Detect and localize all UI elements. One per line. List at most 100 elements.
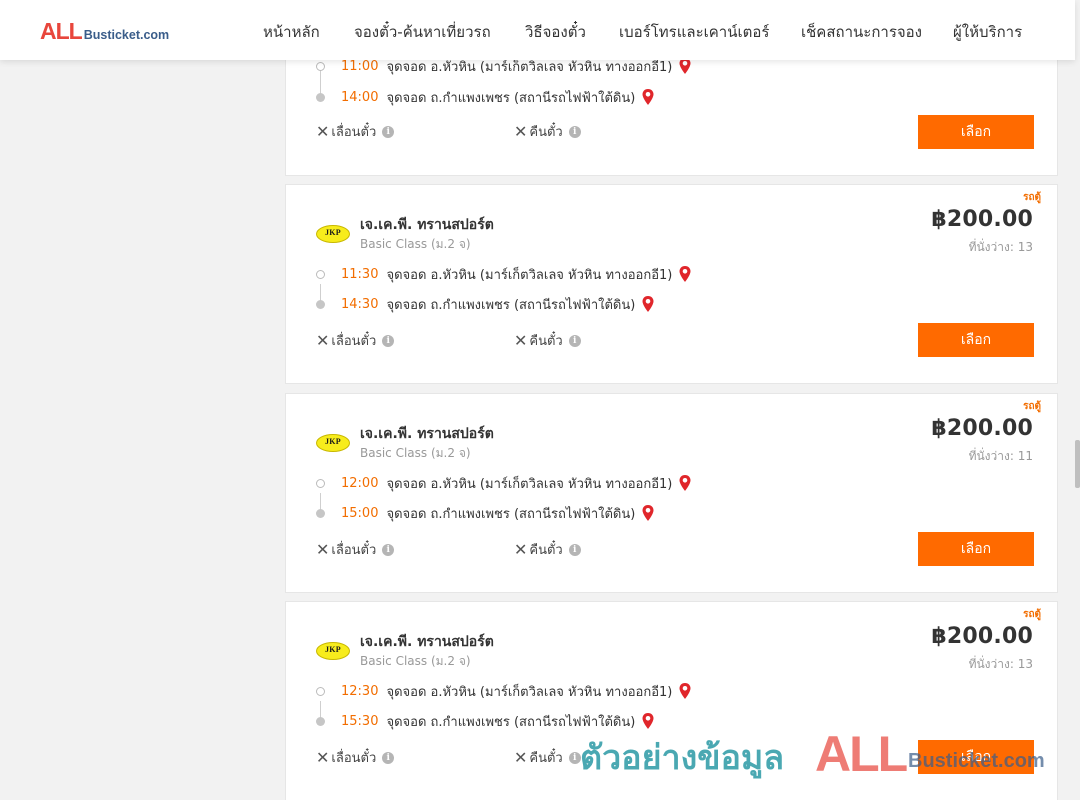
- arrival-place: จุดจอด ถ.กำแพงเพชร (สถานีรถไฟฟ้าใต้ดิน): [386, 506, 636, 522]
- departure-place: จุดจอด อ.หัวหิน (มาร์เก็ตวิลเลจ หัวหิน ท…: [386, 684, 673, 700]
- arrival-place: จุดจอด ถ.กำแพงเพชร (สถานีรถไฟฟ้าใต้ดิน): [386, 297, 636, 313]
- bus-type-badge: รถตู้: [1023, 609, 1041, 620]
- arrival-place: จุดจอด ถ.กำแพงเพชร (สถานีรถไฟฟ้าใต้ดิน): [386, 714, 636, 730]
- arrival-place: จุดจอด ถ.กำแพงเพชร (สถานีรถไฟฟ้าใต้ดิน): [386, 90, 636, 106]
- select-button[interactable]: เลือก: [918, 115, 1034, 149]
- select-button[interactable]: เลือก: [918, 532, 1034, 566]
- ticket-price: ฿200.00: [931, 624, 1033, 649]
- ticket-price: ฿200.00: [931, 416, 1033, 441]
- close-icon: ✕: [316, 330, 330, 350]
- departure-stop: 12:30 จุดจอด อ.หัวหิน (มาร์เก็ตวิลเลจ หั…: [316, 681, 692, 701]
- map-pin-icon[interactable]: [641, 504, 655, 522]
- nav-home[interactable]: หน้าหลัก: [263, 20, 320, 44]
- departure-time: 12:30: [341, 683, 379, 699]
- departure-time: 11:30: [341, 266, 379, 282]
- company-name: เจ.เค.พี. ทรานสปอร์ต: [360, 634, 494, 650]
- postpone-label: เลื่อนตั๋ว: [331, 334, 377, 349]
- arrival-time: 15:30: [341, 713, 379, 729]
- company-logo: JKP: [316, 434, 350, 452]
- info-icon[interactable]: i: [568, 125, 581, 138]
- bus-type-badge: รถตู้: [1023, 192, 1041, 203]
- bus-type-badge: รถตู้: [1023, 401, 1041, 412]
- arrival-stop: 14:30 จุดจอด ถ.กำแพงเพชร (สถานีรถไฟฟ้าใต…: [316, 294, 655, 314]
- trip-card: รถตู้ JKP เจ.เค.พี. ทรานสปอร์ต Basic Cla…: [285, 184, 1058, 384]
- close-icon: ✕: [514, 747, 528, 767]
- ticket-price: ฿200.00: [931, 207, 1033, 232]
- arrival-dot: [316, 716, 325, 726]
- departure-dot: [316, 686, 325, 696]
- departure-time: 12:00: [341, 475, 379, 491]
- bus-class: Basic Class (ม.2 จ): [360, 654, 471, 668]
- arrival-time: 14:00: [341, 89, 379, 105]
- map-pin-icon[interactable]: [678, 265, 692, 283]
- postpone-option[interactable]: ✕ เลื่อนตั๋ว i: [316, 747, 395, 768]
- departure-stop: 11:30 จุดจอด อ.หัวหิน (มาร์เก็ตวิลเลจ หั…: [316, 264, 692, 284]
- watermark-text: ตัวอย่างข้อมูล: [580, 738, 785, 778]
- departure-time: 11:00: [341, 58, 379, 74]
- info-icon[interactable]: i: [382, 334, 395, 347]
- refund-option[interactable]: ✕ คืนตั๋ว i: [514, 539, 581, 560]
- refund-option[interactable]: ✕ คืนตั๋ว i: [514, 747, 581, 768]
- refund-label: คืนตั๋ว: [529, 334, 563, 349]
- nav-how-to-book[interactable]: วิธีจองตั๋ว: [525, 20, 586, 44]
- company-logo-text: JKP: [324, 228, 341, 237]
- postpone-option[interactable]: ✕ เลื่อนตั๋ว i: [316, 539, 395, 560]
- info-icon[interactable]: i: [382, 543, 395, 556]
- refund-option[interactable]: ✕ คืนตั๋ว i: [514, 121, 581, 142]
- departure-place: จุดจอด อ.หัวหิน (มาร์เก็ตวิลเลจ หัวหิน ท…: [386, 476, 673, 492]
- info-icon[interactable]: i: [382, 125, 395, 138]
- postpone-label: เลื่อนตั๋ว: [331, 543, 377, 558]
- watermark-logo-all: ALL: [815, 726, 908, 782]
- info-icon[interactable]: i: [568, 334, 581, 347]
- postpone-option[interactable]: ✕ เลื่อนตั๋ว i: [316, 121, 395, 142]
- scrollbar-thumb[interactable]: [1075, 440, 1080, 488]
- departure-dot: [316, 269, 325, 279]
- nav-book-search[interactable]: จองตั๋ว-ค้นหาเที่ยวรถ: [354, 20, 491, 44]
- company-name: เจ.เค.พี. ทรานสปอร์ต: [360, 217, 494, 233]
- close-icon: ✕: [514, 330, 528, 350]
- map-pin-icon[interactable]: [641, 712, 655, 730]
- close-icon: ✕: [316, 539, 330, 559]
- bus-class: Basic Class (ม.2 จ): [360, 237, 471, 251]
- scrollbar-track[interactable]: [1075, 0, 1080, 800]
- nav-phone-counter[interactable]: เบอร์โทรและเคาน์เตอร์: [619, 20, 769, 44]
- postpone-label: เลื่อนตั๋ว: [331, 125, 377, 140]
- close-icon: ✕: [316, 747, 330, 767]
- departure-stop: 12:00 จุดจอด อ.หัวหิน (มาร์เก็ตวิลเลจ หั…: [316, 473, 692, 493]
- company-logo: JKP: [316, 642, 350, 660]
- nav-check-status[interactable]: เช็คสถานะการจอง: [801, 20, 922, 44]
- watermark-logo-rest: Busticket.com: [908, 750, 1045, 772]
- site-logo[interactable]: ALL Busticket.com: [40, 18, 169, 44]
- map-pin-icon[interactable]: [641, 295, 655, 313]
- arrival-stop: 15:00 จุดจอด ถ.กำแพงเพชร (สถานีรถไฟฟ้าใต…: [316, 503, 655, 523]
- refund-label: คืนตั๋ว: [529, 125, 563, 140]
- arrival-dot: [316, 299, 325, 309]
- departure-dot: [316, 478, 325, 488]
- arrival-stop: 14:00 จุดจอด ถ.กำแพงเพชร (สถานีรถไฟฟ้าใต…: [316, 87, 655, 107]
- company-logo: JKP: [316, 225, 350, 243]
- seats-available: ที่นั่งว่าง: 13: [968, 657, 1033, 671]
- map-pin-icon[interactable]: [678, 474, 692, 492]
- trip-card-partial: 11:00 จุดจอด อ.หัวหิน (มาร์เก็ตวิลเลจ หั…: [285, 48, 1058, 176]
- trip-card: รถตู้ JKP เจ.เค.พี. ทรานสปอร์ต Basic Cla…: [285, 393, 1058, 593]
- logo-all-text: ALL: [40, 18, 83, 44]
- seats-available: ที่นั่งว่าง: 13: [968, 240, 1033, 254]
- arrival-time: 15:00: [341, 505, 379, 521]
- close-icon: ✕: [316, 121, 330, 141]
- refund-label: คืนตั๋ว: [529, 543, 563, 558]
- postpone-option[interactable]: ✕ เลื่อนตั๋ว i: [316, 330, 395, 351]
- info-icon[interactable]: i: [382, 751, 395, 764]
- info-icon[interactable]: i: [568, 543, 581, 556]
- nav-operators[interactable]: ผู้ให้บริการ: [953, 20, 1022, 44]
- arrival-dot: [316, 92, 325, 102]
- refund-option[interactable]: ✕ คืนตั๋ว i: [514, 330, 581, 351]
- logo-busticket-text: Busticket.com: [83, 28, 170, 42]
- map-pin-icon[interactable]: [678, 682, 692, 700]
- map-pin-icon[interactable]: [641, 88, 655, 106]
- arrival-time: 14:30: [341, 296, 379, 312]
- company-logo-text: JKP: [324, 437, 341, 446]
- select-button[interactable]: เลือก: [918, 323, 1034, 357]
- refund-label: คืนตั๋ว: [529, 751, 563, 766]
- company-name: เจ.เค.พี. ทรานสปอร์ต: [360, 426, 494, 442]
- info-icon[interactable]: i: [568, 751, 581, 764]
